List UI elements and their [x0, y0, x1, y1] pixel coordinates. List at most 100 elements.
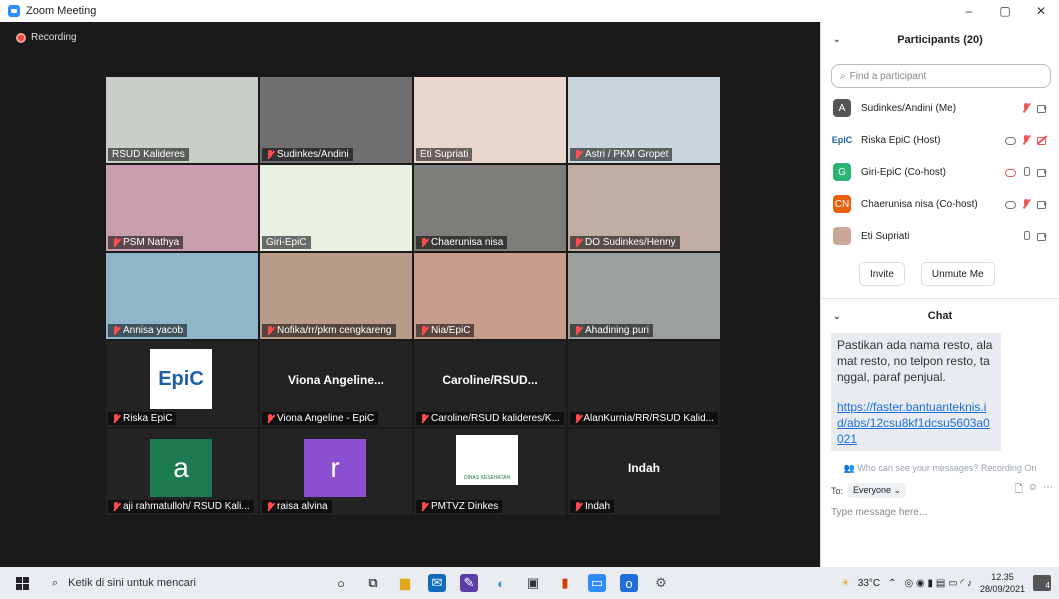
video-tile[interactable]: Nofika/rr/pkm cengkareng — [260, 253, 412, 339]
video-tile[interactable]: AlanKurnia/RR/RSUD Kalid... — [568, 341, 720, 427]
video-tile[interactable]: RSUD Kalideres — [106, 77, 258, 163]
participant-row[interactable]: A Sudinkes/Andini (Me) — [821, 92, 1059, 124]
chevron-down-icon[interactable]: ⌄ — [833, 311, 841, 322]
taskbar-search[interactable]: ⌕ Ketik di sini untuk mencari — [44, 577, 304, 590]
video-tile[interactable]: EpiC Riska EpiC — [106, 341, 258, 427]
video-tile[interactable]: Indah Indah — [568, 429, 720, 515]
pen-app-icon[interactable]: ✎ — [460, 574, 478, 592]
tile-name-label: Nofika/rr/pkm cengkareng — [262, 324, 396, 337]
chat-message-input[interactable]: Type message here... — [821, 507, 1059, 518]
chat-message-link[interactable]: https://faster.bantuanteknis.id/abs/12cs… — [837, 399, 995, 447]
tile-name-text: Sudinkes/Andini — [277, 149, 349, 160]
search-icon: ⌕ — [52, 576, 59, 589]
tile-name-text: aji rahmatulloh/ RSUD Kali... — [123, 501, 250, 512]
video-tile[interactable]: Astri / PKM Gropet — [568, 77, 720, 163]
to-label: To: — [831, 485, 844, 496]
file-explorer-icon[interactable]: ▆ — [396, 574, 414, 592]
participant-row[interactable]: EpiC Riska EpiC (Host) — [821, 124, 1059, 156]
tray-chevron-icon[interactable]: ⌃ — [888, 578, 896, 589]
maximize-button[interactable]: ▢ — [987, 0, 1023, 22]
muted-mic-icon — [574, 501, 582, 512]
video-tile[interactable]: Viona Angeline... Viona Angeline - EpiC — [260, 341, 412, 427]
participant-avatar — [833, 227, 851, 245]
tile-name-text: Nia/EpiC — [431, 325, 471, 336]
cortana-icon[interactable]: ○ — [332, 574, 350, 592]
zoom-app-icon — [8, 5, 20, 17]
participant-row[interactable]: Eti Supriati — [821, 220, 1059, 252]
video-tile[interactable]: Giri-EpiC — [260, 165, 412, 251]
video-tile[interactable]: Annisa yacob — [106, 253, 258, 339]
tile-name-label: Ahadining puri — [570, 324, 653, 337]
tray-icons[interactable]: ◎ ◉ ▮ ▤ ▭ ◜ ♪ — [905, 578, 972, 589]
dinas-kesehatan-logo: DINAS KESEHATAN — [456, 435, 518, 485]
video-tile[interactable]: r raisa alvina — [260, 429, 412, 515]
participant-search-input[interactable]: ⌕ Find a participant — [831, 64, 1051, 88]
chat-tools: 🗋 ☺ ⋯ — [1015, 482, 1053, 499]
taskbar-search-placeholder: Ketik di sini untuk mencari — [68, 577, 196, 589]
more-icon[interactable]: ⋯ — [1043, 482, 1053, 499]
mail-icon[interactable]: ✉ — [428, 574, 446, 592]
mic-gray-icon — [1021, 231, 1031, 241]
video-tile[interactable]: Ahadining puri — [568, 253, 720, 339]
muted-mic-icon — [574, 237, 582, 248]
tile-name-label: PMTVZ Dinkes — [416, 500, 503, 513]
edge-icon[interactable]: ◐ — [492, 574, 510, 592]
recipient-dropdown[interactable]: Everyone ⌄ — [848, 483, 907, 498]
participant-actions: Invite Unmute Me — [821, 262, 1059, 286]
participant-row[interactable]: CN Chaerunisa nisa (Co-host) — [821, 188, 1059, 220]
participant-status-icons — [1005, 167, 1047, 177]
participants-title: Participants (20) — [897, 34, 983, 46]
invite-button[interactable]: Invite — [859, 262, 905, 286]
notification-count: 4 — [1045, 581, 1050, 590]
chat-message: Pastikan ada nama resto, alamat resto, n… — [831, 333, 1001, 451]
windows-taskbar: ⌕ Ketik di sini untuk mencari ○ ⧉ ▆ ✉ ✎ … — [0, 567, 1059, 599]
tile-name-label: Nia/EpiC — [416, 324, 475, 337]
search-placeholder: Find a participant — [849, 70, 927, 82]
tile-name-label: Riska EpiC — [108, 412, 177, 425]
start-button[interactable] — [0, 576, 44, 590]
chevron-down-icon[interactable]: ⌄ — [833, 34, 841, 45]
muted-mic-icon — [266, 501, 274, 512]
video-grid: RSUD Kalideres Sudinkes/Andini Eti Supriat… — [106, 77, 720, 515]
cloud-red-icon — [1005, 167, 1016, 177]
office-icon[interactable]: ▮ — [556, 574, 574, 592]
cam-icon — [1037, 231, 1047, 241]
file-icon[interactable]: 🗋 — [1015, 482, 1023, 499]
video-tile[interactable]: Caroline/RSUD... Caroline/RSUD kalideres/… — [414, 341, 566, 427]
outlook-icon[interactable]: o — [620, 574, 638, 592]
avatar: a — [150, 439, 212, 497]
unmute-me-button[interactable]: Unmute Me — [920, 262, 995, 286]
close-button[interactable]: ✕ — [1023, 0, 1059, 22]
tile-name-label: Chaerunisa nisa — [416, 236, 508, 249]
zoom-taskbar-icon[interactable]: ▭ — [588, 574, 606, 592]
cloud-icon — [1005, 199, 1016, 209]
tile-name-label: Caroline/RSUD kalideres/K... — [416, 412, 564, 425]
tile-name-text: Giri-EpiC — [266, 237, 307, 248]
tile-name-text: DO Sudinkes/Henny — [585, 237, 676, 248]
epic-logo: EpiC — [150, 349, 212, 409]
task-view-icon[interactable]: ⧉ — [364, 574, 382, 592]
chat-title: Chat — [927, 310, 953, 322]
who-can-see-link[interactable]: 👥 Who can see your messages? Recording O… — [821, 463, 1059, 474]
store-icon[interactable]: ▣ — [524, 574, 542, 592]
video-tile[interactable]: DINAS KESEHATAN PMTVZ Dinkes — [414, 429, 566, 515]
video-tile[interactable]: Chaerunisa nisa — [414, 165, 566, 251]
notification-icon[interactable]: 4 — [1033, 575, 1051, 591]
video-tile[interactable]: Sudinkes/Andini — [260, 77, 412, 163]
emoji-icon[interactable]: ☺ — [1028, 482, 1038, 499]
tile-name-label: aji rahmatulloh/ RSUD Kali... — [108, 500, 254, 513]
minimize-button[interactable]: – — [951, 0, 987, 22]
video-tile[interactable]: a aji rahmatulloh/ RSUD Kali... — [106, 429, 258, 515]
participant-row[interactable]: G Giri-EpiC (Co-host) — [821, 156, 1059, 188]
recording-indicator[interactable]: Recording — [16, 32, 77, 43]
video-tile[interactable]: DO Sudinkes/Henny — [568, 165, 720, 251]
tile-name-text: Nofika/rr/pkm cengkareng — [277, 325, 392, 336]
video-tile[interactable]: Nia/EpiC — [414, 253, 566, 339]
video-tile[interactable]: PSM Nathya — [106, 165, 258, 251]
weather-temp[interactable]: 33°C — [858, 578, 880, 589]
tile-name-text: Annisa yacob — [123, 325, 184, 336]
video-tile[interactable]: Eti Supriati — [414, 77, 566, 163]
settings-icon[interactable]: ⚙ — [652, 574, 670, 592]
clock[interactable]: 12.35 28/09/2021 — [980, 571, 1025, 595]
search-icon: ⌕ — [840, 70, 846, 82]
